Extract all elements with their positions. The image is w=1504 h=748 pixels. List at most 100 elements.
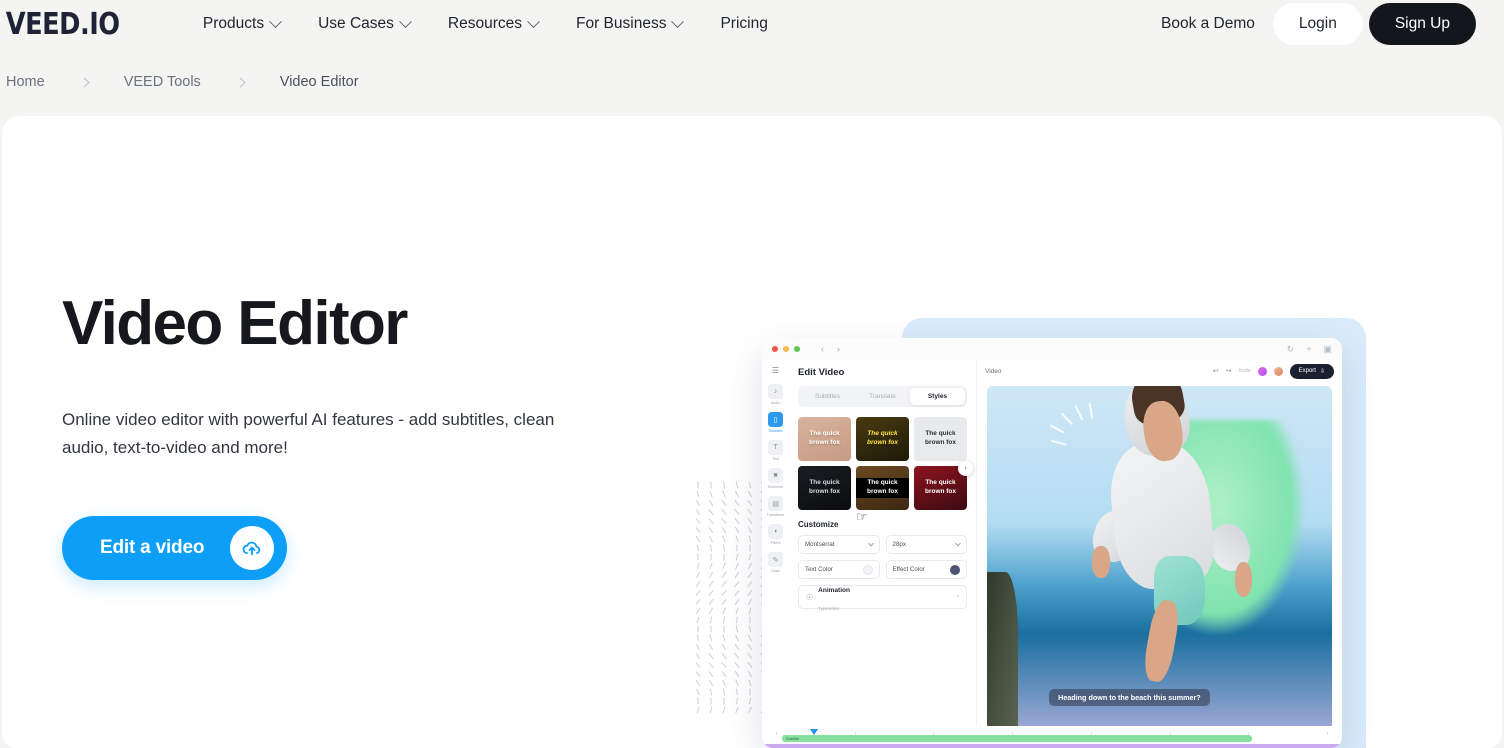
hero-copy: Video Editor Online video editor with po… — [62, 289, 622, 581]
redo-icon[interactable]: ↪ — [1226, 367, 1232, 375]
style-card-text: The quick brown fox — [856, 478, 909, 498]
style-card-text: The quick brown fox — [808, 430, 841, 446]
subtitle-style-grid: The quick brown fox The quick brown fox … — [798, 417, 973, 524]
font-size-value: 28px — [892, 541, 906, 548]
avatar — [1273, 366, 1283, 376]
cta-label: Edit a video — [100, 537, 205, 559]
sidebar-item-transitions[interactable]: ▤ — [768, 496, 783, 511]
book-a-demo-link[interactable]: Book a Demo — [1143, 5, 1273, 43]
page-title: Video Editor — [62, 289, 408, 358]
nav-label: Products — [202, 15, 265, 32]
style-card-text: The quick brown fox — [924, 479, 957, 495]
nav-item-resources[interactable]: Resources — [429, 7, 557, 41]
chevron-down-icon — [671, 14, 685, 28]
animation-title: Animation — [818, 587, 850, 594]
nav-item-for-business[interactable]: For Business — [557, 7, 701, 41]
panel-title: Edit Video — [798, 367, 845, 378]
font-family-value: Montserrat — [805, 541, 835, 548]
nav-label: Use Cases — [318, 15, 394, 32]
style-card-text: The quick brown fox — [924, 430, 957, 446]
nav-item-use-cases[interactable]: Use Cases — [299, 7, 429, 41]
sidebar-item-text[interactable]: T — [768, 440, 783, 455]
font-size-select[interactable]: 28px — [885, 535, 967, 554]
nav-label: For Business — [576, 15, 667, 32]
tab-translate[interactable]: Translate — [855, 388, 910, 405]
maximize-traffic-light — [794, 346, 800, 352]
browser-window-mock: ‹ › ↻ + ▣ ☰ ♪ Audio ▯ Subtitles T Text ■… — [762, 338, 1342, 748]
animation-icon: ☉ — [806, 592, 814, 602]
sidebar-item-filters[interactable]: ◖ — [768, 524, 783, 539]
animation-control[interactable]: ☉ Animation Typewriter › — [798, 585, 967, 611]
tabs-icon: ▣ — [1323, 343, 1332, 354]
text-color-swatch[interactable] — [862, 564, 873, 575]
editor-body: ☰ ♪ Audio ▯ Subtitles T Text ■ Elements … — [762, 360, 1342, 748]
next-styles-icon[interactable]: › — [958, 461, 973, 476]
forward-icon: › — [837, 344, 840, 354]
sidebar-label-elements: Elements — [768, 485, 783, 489]
sidebar-item-draw[interactable]: ✎ — [768, 552, 783, 567]
chevron-down-icon — [955, 540, 961, 546]
subtitle-track[interactable] — [762, 744, 1342, 748]
editor-timeline: Subtitle — [762, 726, 1342, 748]
nav-label: Resources — [447, 15, 522, 32]
color-controls-row: Text Color Effect Color — [798, 560, 967, 579]
sidebar-item-subtitles[interactable]: ▯ — [768, 412, 783, 427]
style-card-text: The quick brown fox — [866, 430, 899, 446]
sidebar-label-audio: Audio — [770, 401, 781, 405]
invite-label[interactable]: Invite — [1239, 368, 1251, 374]
video-stage: Heading down to the beach this summer? — [977, 382, 1342, 730]
chevron-right-icon: › — [957, 594, 959, 600]
nav-actions: Book a Demo Login Sign Up — [1143, 3, 1476, 45]
style-card[interactable]: The quick brown fox — [798, 466, 851, 510]
video-preview[interactable]: Heading down to the beach this summer? — [987, 386, 1332, 730]
subtitle-overlay[interactable]: Heading down to the beach this summer? — [1049, 688, 1210, 706]
text-color-control[interactable]: Text Color — [798, 560, 880, 579]
effect-color-label: Effect Color — [892, 566, 925, 573]
editor-main: Video ↩ ↪ Invite Export ⇩ Heading down t… — [977, 360, 1342, 748]
back-icon: ‹ — [821, 344, 824, 354]
tab-subtitles[interactable]: Subtitles — [800, 388, 855, 405]
font-family-select[interactable]: Montserrat — [798, 535, 880, 554]
sidebar-item-elements[interactable]: ■ — [768, 468, 783, 483]
nav-label: Pricing — [720, 15, 768, 32]
browser-chrome: ‹ › ↻ + ▣ — [762, 338, 1342, 360]
chevron-right-icon — [79, 77, 90, 87]
nav-item-products[interactable]: Products — [184, 7, 299, 41]
hero-subtitle: Online video editor with powerful AI fea… — [62, 410, 555, 458]
style-card[interactable]: The quick brown fox — [914, 417, 967, 461]
scene-track[interactable]: Subtitle — [782, 735, 1253, 742]
style-card[interactable]: The quick brown fox — [856, 417, 909, 461]
tab-styles[interactable]: Styles — [910, 388, 965, 405]
breadcrumb-item-veed-tools[interactable]: VEED Tools — [124, 74, 201, 90]
chevron-down-icon — [269, 14, 282, 28]
login-button[interactable]: Login — [1272, 3, 1363, 45]
breadcrumb-item-home[interactable]: Home — [6, 74, 45, 90]
browser-chrome-actions: ↻ + ▣ — [1287, 344, 1332, 355]
nav-item-pricing[interactable]: Pricing — [701, 7, 786, 41]
playhead-marker[interactable] — [810, 729, 818, 735]
signup-button[interactable]: Sign Up — [1368, 3, 1476, 45]
cursor-pointer-icon: ☞ — [856, 509, 868, 524]
veed-logo[interactable]: VEED.IO — [0, 7, 120, 42]
project-name-label: Video — [985, 367, 1002, 375]
reload-icon: ↻ — [1286, 343, 1295, 354]
sidebar-label-text: Text — [772, 457, 779, 461]
effect-color-control[interactable]: Effect Color — [885, 560, 967, 579]
scene-track-label: Subtitle — [786, 736, 800, 741]
plus-icon: + — [1306, 343, 1312, 354]
chevron-down-icon — [399, 14, 412, 28]
hamburger-icon[interactable]: ☰ — [772, 366, 779, 375]
sidebar-label-draw: Draw — [771, 569, 780, 573]
editor-topbar-actions: ↩ ↪ Invite Export ⇩ — [1213, 363, 1334, 379]
sidebar-item-audio[interactable]: ♪ — [768, 384, 783, 399]
effect-color-swatch[interactable] — [950, 564, 960, 575]
style-card[interactable]: The quick brown fox — [798, 417, 851, 461]
export-button[interactable]: Export ⇩ — [1289, 363, 1334, 379]
editor-properties-panel: Edit Video Subtitles Translate Styles Th… — [789, 360, 977, 748]
edit-a-video-button[interactable]: Edit a video — [62, 516, 288, 581]
style-card[interactable]: The quick brown fox — [856, 466, 909, 510]
undo-icon[interactable]: ↩ — [1213, 367, 1219, 375]
breadcrumb-item-video-editor: Video Editor — [279, 74, 359, 90]
cloud-upload-icon — [230, 526, 275, 571]
chevron-right-icon — [235, 77, 246, 87]
